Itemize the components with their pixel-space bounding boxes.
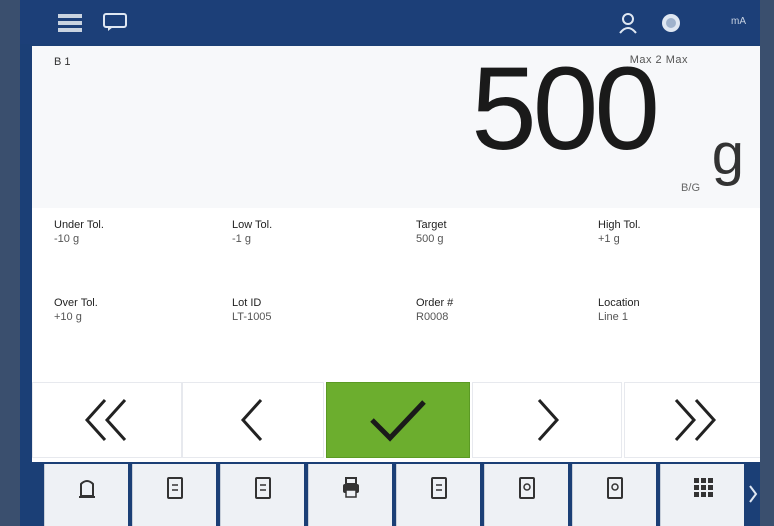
first-button[interactable] [32, 382, 182, 458]
fn-button-3[interactable] [220, 464, 304, 526]
field-label: Over Tol. [54, 297, 98, 309]
field-under-tol: Under Tol. -10 g [54, 218, 104, 246]
document-icon [607, 477, 623, 499]
weight-value: 500 [471, 43, 660, 175]
chevron-right-icon[interactable] [748, 484, 758, 509]
function-key-bar [20, 462, 760, 526]
field-label: Location [598, 297, 640, 309]
document-icon [519, 477, 535, 499]
top-bar: mA [20, 0, 760, 44]
fn-button-8[interactable] [660, 464, 744, 526]
document-icon [431, 477, 447, 499]
field-label: Under Tol. [54, 219, 104, 231]
info-fields: Under Tol. -10 g Low Tol. -1 g Target 50… [32, 208, 760, 380]
field-label: Target [416, 219, 447, 231]
weight-display: B 1 Max 2 Max 500 g B/G [32, 46, 760, 208]
check-icon [370, 400, 426, 442]
field-over-tol: Over Tol. +10 g [54, 296, 98, 324]
fn-button-7[interactable] [572, 464, 656, 526]
menu-icon[interactable] [58, 14, 82, 32]
navigation-bar [32, 380, 760, 462]
field-label: High Tol. [598, 219, 641, 231]
weight-unit: g [711, 122, 744, 187]
previous-button[interactable] [182, 382, 324, 458]
field-value: +10 g [54, 311, 82, 323]
field-value: LT-1005 [232, 311, 272, 323]
status-text: mA [731, 16, 746, 27]
fn-button-6[interactable] [484, 464, 568, 526]
fn-button-5[interactable] [396, 464, 480, 526]
field-lot-id: Lot ID LT-1005 [232, 296, 272, 324]
field-value: Line 1 [598, 311, 628, 323]
last-button[interactable] [624, 382, 760, 458]
grid-icon [694, 478, 713, 497]
field-value: +1 g [598, 233, 620, 245]
field-location: Location Line 1 [598, 296, 640, 324]
message-icon[interactable] [102, 12, 130, 32]
terminal-screen: mA B 1 Max 2 Max 500 g B/G Under Tol. -1… [20, 0, 760, 526]
weight-mode: B/G [681, 182, 700, 194]
double-chevron-left-icon [84, 398, 127, 442]
field-value: 500 g [416, 233, 444, 245]
fn-button-4[interactable] [308, 464, 392, 526]
tare-icon [79, 480, 95, 498]
double-chevron-right-icon [674, 398, 717, 442]
globe-icon[interactable] [660, 12, 682, 34]
print-icon [343, 477, 359, 498]
next-button[interactable] [472, 382, 622, 458]
field-label: Lot ID [232, 297, 262, 309]
document-icon [167, 477, 183, 499]
field-label: Order # [416, 297, 454, 309]
field-low-tol: Low Tol. -1 g [232, 218, 272, 246]
scale-id: B 1 [54, 56, 71, 68]
chevron-left-icon [240, 398, 263, 442]
field-label: Low Tol. [232, 219, 273, 231]
chevron-right-icon [537, 398, 560, 442]
field-value: R0008 [416, 311, 449, 323]
field-high-tol: High Tol. +1 g [598, 218, 641, 246]
document-icon [255, 477, 271, 499]
field-value: -1 g [232, 233, 251, 245]
user-icon[interactable] [618, 12, 638, 34]
fn-button-1[interactable] [44, 464, 128, 526]
ok-button[interactable] [326, 382, 470, 458]
field-order: Order # R0008 [416, 296, 453, 324]
fn-button-2[interactable] [132, 464, 216, 526]
field-value: -10 g [54, 233, 80, 245]
field-target: Target 500 g [416, 218, 447, 246]
